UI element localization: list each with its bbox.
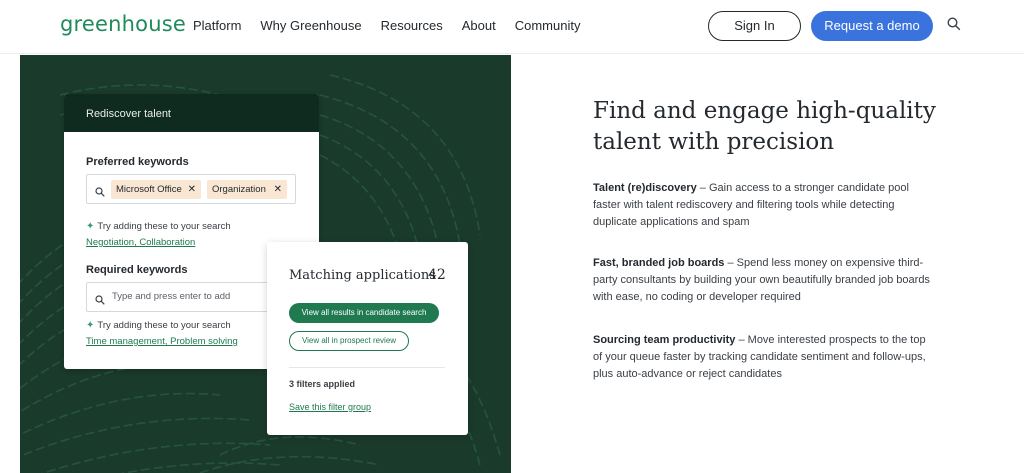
keyword-chip[interactable]: Microsoft Office ✕ (111, 180, 201, 199)
sign-in-button[interactable]: Sign In (708, 11, 801, 41)
greenhouse-logo[interactable]: greenhouse (60, 12, 186, 36)
required-suggestions: Time management, Problem solving (86, 336, 238, 347)
section-title: Find and engage high-quality talent with… (593, 98, 936, 155)
preferred-keywords-input[interactable]: Microsoft Office ✕ Organization ✕ (86, 174, 296, 204)
card-title: Matching applications (289, 268, 436, 283)
keyword-chip[interactable]: Organization ✕ (207, 180, 287, 199)
card-header: Rediscover talent (64, 94, 319, 132)
required-keywords-label: Required keywords (86, 264, 188, 276)
match-count: 42 (428, 267, 446, 283)
feature-sourcing-productivity: Sourcing team productivity – Move intere… (593, 332, 933, 383)
chip-label: Microsoft Office (116, 184, 182, 195)
close-icon[interactable]: ✕ (188, 180, 196, 199)
main-nav: Platform Why Greenhouse Resources About … (193, 18, 599, 33)
view-candidate-search-button[interactable]: View all results in candidate search (289, 303, 439, 323)
nav-resources[interactable]: Resources (381, 18, 443, 33)
request-demo-button[interactable]: Request a demo (811, 11, 933, 41)
suggestion-link[interactable]: Problem solving (170, 336, 238, 347)
sparkle-icon: ✦ (86, 320, 95, 331)
view-prospect-review-button[interactable]: View all in prospect review (289, 331, 409, 351)
save-filter-group-link[interactable]: Save this filter group (289, 402, 371, 412)
suggestion-link[interactable]: Collaboration (139, 237, 195, 248)
suggestion-hint: ✦ Try adding these to your search (86, 320, 231, 331)
filters-applied-text: 3 filters applied (289, 379, 356, 389)
feature-name: Sourcing team productivity (593, 334, 736, 346)
feature-name: Talent (re)discovery (593, 182, 697, 194)
nav-platform[interactable]: Platform (193, 18, 241, 33)
matching-applications-card: Matching applications 42 View all result… (267, 242, 468, 435)
sparkle-icon: ✦ (86, 221, 95, 232)
suggestion-link[interactable]: Negotiation (86, 237, 134, 248)
nav-why-greenhouse[interactable]: Why Greenhouse (260, 18, 361, 33)
nav-community[interactable]: Community (515, 18, 581, 33)
divider (289, 367, 445, 368)
search-icon (95, 184, 105, 202)
preferred-suggestions: Negotiation, Collaboration (86, 237, 196, 248)
top-nav-bar: greenhouse Platform Why Greenhouse Resou… (0, 0, 1024, 54)
suggestion-link[interactable]: Time management (86, 336, 165, 347)
search-icon (95, 292, 105, 310)
feature-job-boards: Fast, branded job boards – Spend less mo… (593, 255, 933, 306)
close-icon[interactable]: ✕ (274, 180, 282, 199)
feature-name: Fast, branded job boards (593, 257, 725, 269)
chip-label: Organization (212, 184, 266, 195)
search-icon[interactable] (947, 17, 965, 35)
preferred-keywords-label: Preferred keywords (86, 156, 189, 168)
required-keywords-input[interactable]: Type and press enter to add (86, 282, 296, 312)
feature-talent-rediscovery: Talent (re)discovery – Gain access to a … (593, 180, 933, 231)
input-placeholder: Type and press enter to add (112, 291, 231, 302)
nav-about[interactable]: About (462, 18, 496, 33)
suggestion-hint: ✦ Try adding these to your search (86, 221, 231, 232)
